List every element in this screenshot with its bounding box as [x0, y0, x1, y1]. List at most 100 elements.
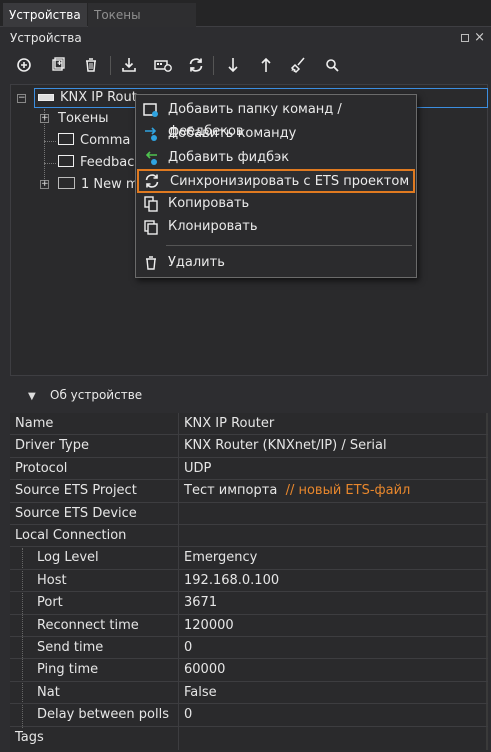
prop-row-driver-type[interactable]: Driver Type KNX Router (KNXnet/IP) / Ser… [10, 435, 488, 458]
menu-item-add-feedback[interactable]: Добавить фидбэк [138, 147, 414, 169]
prop-row-name[interactable]: Name KNX IP Router [10, 413, 488, 436]
prop-value: Тест импорта [184, 483, 278, 499]
menu-item-label: Копировать [168, 196, 250, 211]
tree-item-commands[interactable]: Comma [58, 131, 130, 151]
tab-project-tokens[interactable]: Токены проекта [88, 3, 196, 46]
menu-item-copy[interactable]: Копировать [138, 193, 414, 215]
prop-row-delay-between-polls[interactable]: Delay between polls 0 [10, 704, 488, 727]
tree-root-item[interactable]: KNX IP Rout [38, 88, 137, 108]
search-icon[interactable] [320, 53, 344, 77]
menu-item-label: Удалить [168, 255, 225, 270]
tree-item-feedbacks[interactable]: Feedbac [58, 153, 134, 173]
sync-icon[interactable] [184, 53, 208, 77]
pin-icon[interactable] [461, 34, 469, 42]
folder-icon [58, 177, 75, 189]
context-menu: Добавить папку команд / феедбеков Добави… [135, 94, 417, 278]
prop-value: KNX IP Router [184, 416, 275, 431]
prop-key: Reconnect time [37, 617, 139, 633]
copy-icon [142, 195, 160, 213]
add-folder-icon[interactable] [46, 53, 70, 77]
trash-icon[interactable] [79, 53, 103, 77]
menu-item-add-folder[interactable]: Добавить папку команд / феедбеков [138, 99, 414, 139]
menu-item-label: Синхронизировать с ETS проектом [170, 174, 410, 189]
folder-icon [58, 155, 74, 167]
sync-icon [143, 172, 161, 190]
prop-row-port[interactable]: Port 3671 [10, 592, 488, 615]
prop-row-log-level[interactable]: Log Level Emergency [10, 547, 488, 570]
collapse-toggle[interactable]: − [17, 94, 26, 103]
trash-icon [142, 254, 160, 272]
prop-value: 0 [184, 707, 193, 723]
close-icon[interactable]: × [474, 28, 485, 48]
prop-key: Name [15, 416, 54, 431]
prop-key: Tags [15, 729, 44, 745]
add-folder-icon [142, 101, 160, 119]
move-up-icon[interactable] [254, 53, 278, 77]
prop-value: Emergency [184, 550, 258, 566]
device-settings-icon[interactable] [151, 53, 175, 77]
prop-value: 3671 [184, 595, 218, 611]
menu-item-add-command[interactable]: Добавить команду [138, 123, 414, 145]
prop-value: UDP [184, 460, 212, 476]
prop-row-local-connection[interactable]: Local Connection [10, 525, 488, 548]
tree-item-label: 1 New m [81, 177, 139, 192]
router-icon [38, 94, 54, 101]
clone-icon [142, 218, 160, 236]
add-circle-icon[interactable] [12, 53, 36, 77]
menu-item-label: Клонировать [168, 219, 258, 234]
import-icon[interactable] [117, 53, 141, 77]
prop-row-send-time[interactable]: Send time 0 [10, 637, 488, 660]
expand-toggle[interactable]: + [40, 180, 49, 189]
move-down-icon[interactable] [221, 53, 245, 77]
prop-row-protocol[interactable]: Protocol UDP [10, 458, 488, 481]
prop-key: Ping time [37, 662, 99, 678]
prop-value: 192.168.0.100 [184, 572, 280, 588]
prop-row-ping-time[interactable]: Ping time 60000 [10, 659, 488, 682]
tree-item-label: Feedbac [80, 155, 135, 170]
tree-guide [44, 163, 56, 164]
prop-row-host[interactable]: Host 192.168.0.100 [10, 570, 488, 593]
prop-value: 120000 [184, 617, 234, 633]
prop-key: Local Connection [15, 528, 127, 543]
tree-guide [44, 141, 56, 142]
toolbar-separator [110, 56, 111, 75]
prop-value: False [184, 684, 217, 700]
add-command-icon [142, 125, 160, 143]
menu-item-label: Добавить команду [168, 126, 297, 141]
menu-item-sync-ets[interactable]: Синхронизировать с ETS проектом [137, 169, 415, 193]
prop-key: Source ETS Project [15, 483, 137, 499]
prop-row-source-ets-device[interactable]: Source ETS Device [10, 503, 488, 525]
prop-key: Send time [37, 640, 104, 655]
clean-icon[interactable] [287, 53, 311, 77]
about-section-title: Об устройстве [50, 388, 143, 402]
prop-key: Port [37, 595, 63, 611]
folder-icon [58, 133, 74, 145]
prop-key: Log Level [37, 550, 99, 566]
menu-separator [166, 245, 412, 246]
tab-strip: Устройства Токены проекта [0, 0, 491, 46]
tree-item-label: Comma [80, 133, 131, 148]
prop-key: Delay between polls [37, 707, 169, 723]
prop-key: Protocol [15, 460, 68, 476]
chevron-down-icon[interactable]: ▼ [28, 391, 36, 402]
toolbar-separator [213, 56, 214, 75]
prop-value: 0 [184, 640, 193, 655]
expand-toggle[interactable]: + [40, 114, 49, 123]
tab-devices[interactable]: Устройства [3, 3, 87, 27]
menu-item-clone[interactable]: Клонировать [138, 216, 414, 238]
prop-row-reconnect-time[interactable]: Reconnect time 120000 [10, 615, 488, 637]
prop-row-nat[interactable]: Nat False [10, 682, 488, 705]
prop-value: 60000 [184, 662, 226, 678]
prop-row-source-ets-project[interactable]: Source ETS Project Тест импорта // новый… [10, 480, 488, 503]
prop-key: Source ETS Device [15, 505, 137, 521]
tree-item-new[interactable]: 1 New m [58, 175, 139, 195]
add-feedback-icon [142, 149, 160, 167]
prop-value-wrap: Тест импорта // новый ETS-файл [184, 483, 410, 498]
prop-row-tags[interactable]: Tags [10, 727, 488, 749]
prop-key: Nat [37, 684, 60, 700]
menu-item-delete[interactable]: Удалить [138, 252, 414, 274]
prop-key: Driver Type [15, 438, 89, 454]
tree-root-label: KNX IP Rout [60, 90, 137, 105]
tree-item-tokens[interactable]: Токены [58, 109, 109, 129]
menu-item-label: Добавить фидбэк [168, 150, 290, 165]
